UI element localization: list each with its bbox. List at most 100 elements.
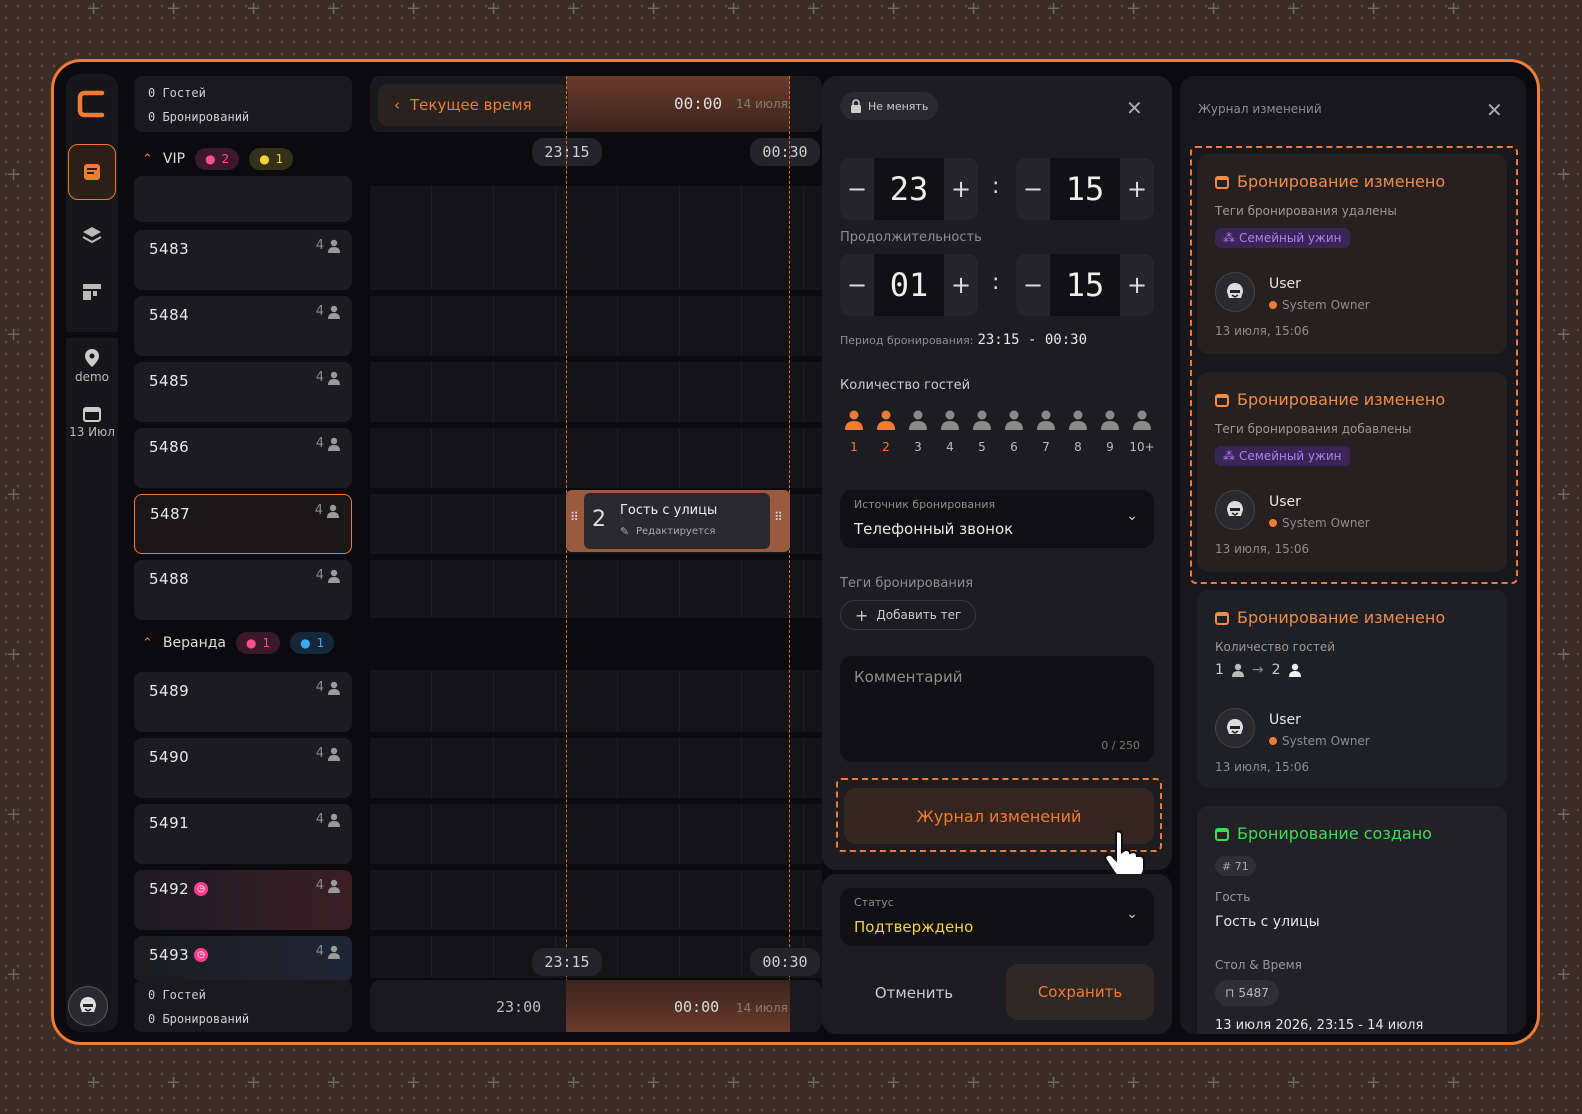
guest-option[interactable]: 10+ [1128, 410, 1156, 460]
log-entry-title-text: Бронирование изменено [1237, 172, 1446, 191]
decrement-button[interactable]: − [1016, 158, 1050, 220]
nav-bookings-button[interactable] [68, 144, 116, 200]
log-entry-title: Бронирование изменено [1215, 172, 1445, 191]
person-icon [973, 410, 991, 430]
decrement-button[interactable]: − [840, 254, 874, 316]
timeline-row[interactable] [370, 930, 822, 936]
end-marker-line [789, 76, 790, 1032]
user-name: User [1269, 712, 1301, 728]
decrement-button[interactable]: − [1016, 254, 1050, 316]
comment-field[interactable]: Комментарий 0 / 250 [840, 656, 1154, 762]
table-number: 5493 [149, 946, 190, 964]
section-vip[interactable]: ⌃ VIP ● 2 ● 1 [142, 148, 294, 170]
table-row[interactable]: 5485 4 [134, 362, 352, 422]
guest-option[interactable]: 7 [1032, 410, 1060, 460]
header-time: 00:00 [674, 94, 723, 113]
badge-count: 1 [275, 152, 284, 166]
location-pin-icon [85, 349, 99, 367]
increment-button[interactable]: + [1120, 254, 1154, 316]
timeline-row[interactable] [370, 554, 822, 560]
duration-hours-value[interactable]: 01 [874, 254, 944, 316]
guest-option[interactable]: 1 [840, 410, 868, 460]
log-entry-created: Бронирование создано # 71 Гость Гость с … [1197, 806, 1507, 1034]
table-capacity: 4 [316, 944, 340, 959]
timeline-row[interactable] [370, 356, 822, 362]
drag-handle-left-icon[interactable]: ⠿ [570, 510, 579, 524]
timeline-row[interactable] [370, 620, 822, 626]
now-button[interactable]: ‹ Текущее время [378, 84, 568, 126]
booking-block[interactable]: 2 Гость с улицы ✎ Редактируется ⠿ ⠿ [566, 490, 790, 552]
section-veranda[interactable]: ⌃ Веранда ● 1 ● 1 [142, 632, 335, 654]
lock-toggle[interactable]: Не менять [840, 92, 939, 120]
drag-handle-right-icon[interactable]: ⠿ [774, 510, 783, 524]
guest-option[interactable]: 8 [1064, 410, 1092, 460]
guest-count-picker: 1 2 3 4 5 6 7 8 9 10+ [840, 410, 1156, 460]
increment-button[interactable]: + [1120, 158, 1154, 220]
user-avatar[interactable] [68, 986, 108, 1026]
guest-option[interactable]: 4 [936, 410, 964, 460]
add-tag-button[interactable]: + Добавить тег [840, 600, 977, 630]
timeline-row[interactable] [370, 732, 822, 738]
guest-option-label: 2 [882, 440, 890, 454]
guest-option[interactable]: 3 [904, 410, 932, 460]
table-row[interactable]: 5483 4 [134, 230, 352, 290]
collapse-chevron-icon[interactable]: ⌃ [142, 636, 153, 651]
person-icon [877, 410, 895, 430]
badge-count: 1 [316, 636, 325, 650]
timeline-row[interactable] [370, 864, 822, 870]
status-value: Подтверждено [854, 918, 974, 936]
booking-id: # 71 [1222, 859, 1249, 873]
timeline-row[interactable] [370, 798, 822, 804]
table-row[interactable]: 5487 4 [134, 494, 352, 554]
table-row[interactable]: 5490 4 [134, 738, 352, 798]
table-row[interactable]: 5493 ◷ 4 [134, 936, 352, 982]
collapse-chevron-icon[interactable]: ⌃ [142, 152, 153, 167]
duration-minutes-value[interactable]: 15 [1050, 254, 1120, 316]
save-button[interactable]: Сохранить [1006, 964, 1154, 1020]
table-row[interactable]: 5484 4 [134, 296, 352, 356]
status-dropdown[interactable]: Статус Подтверждено ⌄ [840, 888, 1154, 946]
increment-button[interactable]: + [944, 254, 978, 316]
timeline-row[interactable] [370, 422, 822, 428]
start-minutes-value[interactable]: 15 [1050, 158, 1120, 220]
start-hours-stepper: − 23 + [840, 158, 978, 220]
decrement-button[interactable]: − [840, 158, 874, 220]
guests-count: 0 Гостей [148, 86, 206, 100]
guest-option[interactable]: 5 [968, 410, 996, 460]
calendar-icon [1215, 611, 1229, 625]
timeline-row[interactable] [370, 290, 822, 296]
badge-count: 1 [262, 636, 271, 650]
nav-board-button[interactable] [70, 270, 114, 314]
guest-option[interactable]: 6 [1000, 410, 1028, 460]
header-date: 14 июля [736, 97, 788, 111]
arrow-right-icon: → [1251, 662, 1264, 678]
table-capacity: 4 [316, 746, 340, 761]
table-row[interactable]: 5488 4 [134, 560, 352, 620]
source-dropdown[interactable]: Источник бронирования Телефонный звонок … [840, 490, 1154, 548]
user-role: System Owner [1269, 298, 1370, 312]
guest-option[interactable]: 9 [1096, 410, 1124, 460]
nav-layers-button[interactable] [70, 214, 114, 258]
table-capacity: 4 [316, 878, 340, 893]
dot-icon: ● [259, 152, 270, 166]
date-button[interactable]: 13 Июл [66, 398, 118, 446]
start-hours-value[interactable]: 23 [874, 158, 944, 220]
table-row[interactable]: 5489 4 [134, 672, 352, 732]
close-log-icon[interactable]: ✕ [1486, 98, 1503, 122]
duration-hours-stepper: − 01 + [840, 254, 978, 316]
table-row[interactable]: 5486 4 [134, 428, 352, 488]
add-tag-label: Добавить тег [876, 608, 962, 622]
booking-card[interactable]: 2 Гость с улицы ✎ Редактируется [584, 493, 770, 549]
location-button[interactable]: demo [68, 342, 116, 390]
capacity-value: 4 [315, 238, 324, 253]
calendar-icon [1215, 175, 1229, 189]
table-row-partial[interactable] [134, 176, 352, 222]
change-log-button-label: Журнал изменений [916, 806, 1082, 826]
table-row[interactable]: 5492 ◷ 4 [134, 870, 352, 930]
increment-button[interactable]: + [944, 158, 978, 220]
cancel-button[interactable]: Отменить [840, 966, 988, 1020]
app-logo [70, 82, 114, 126]
table-row[interactable]: 5491 4 [134, 804, 352, 864]
guest-option[interactable]: 2 [872, 410, 900, 460]
close-editor-icon[interactable]: ✕ [1126, 96, 1143, 120]
